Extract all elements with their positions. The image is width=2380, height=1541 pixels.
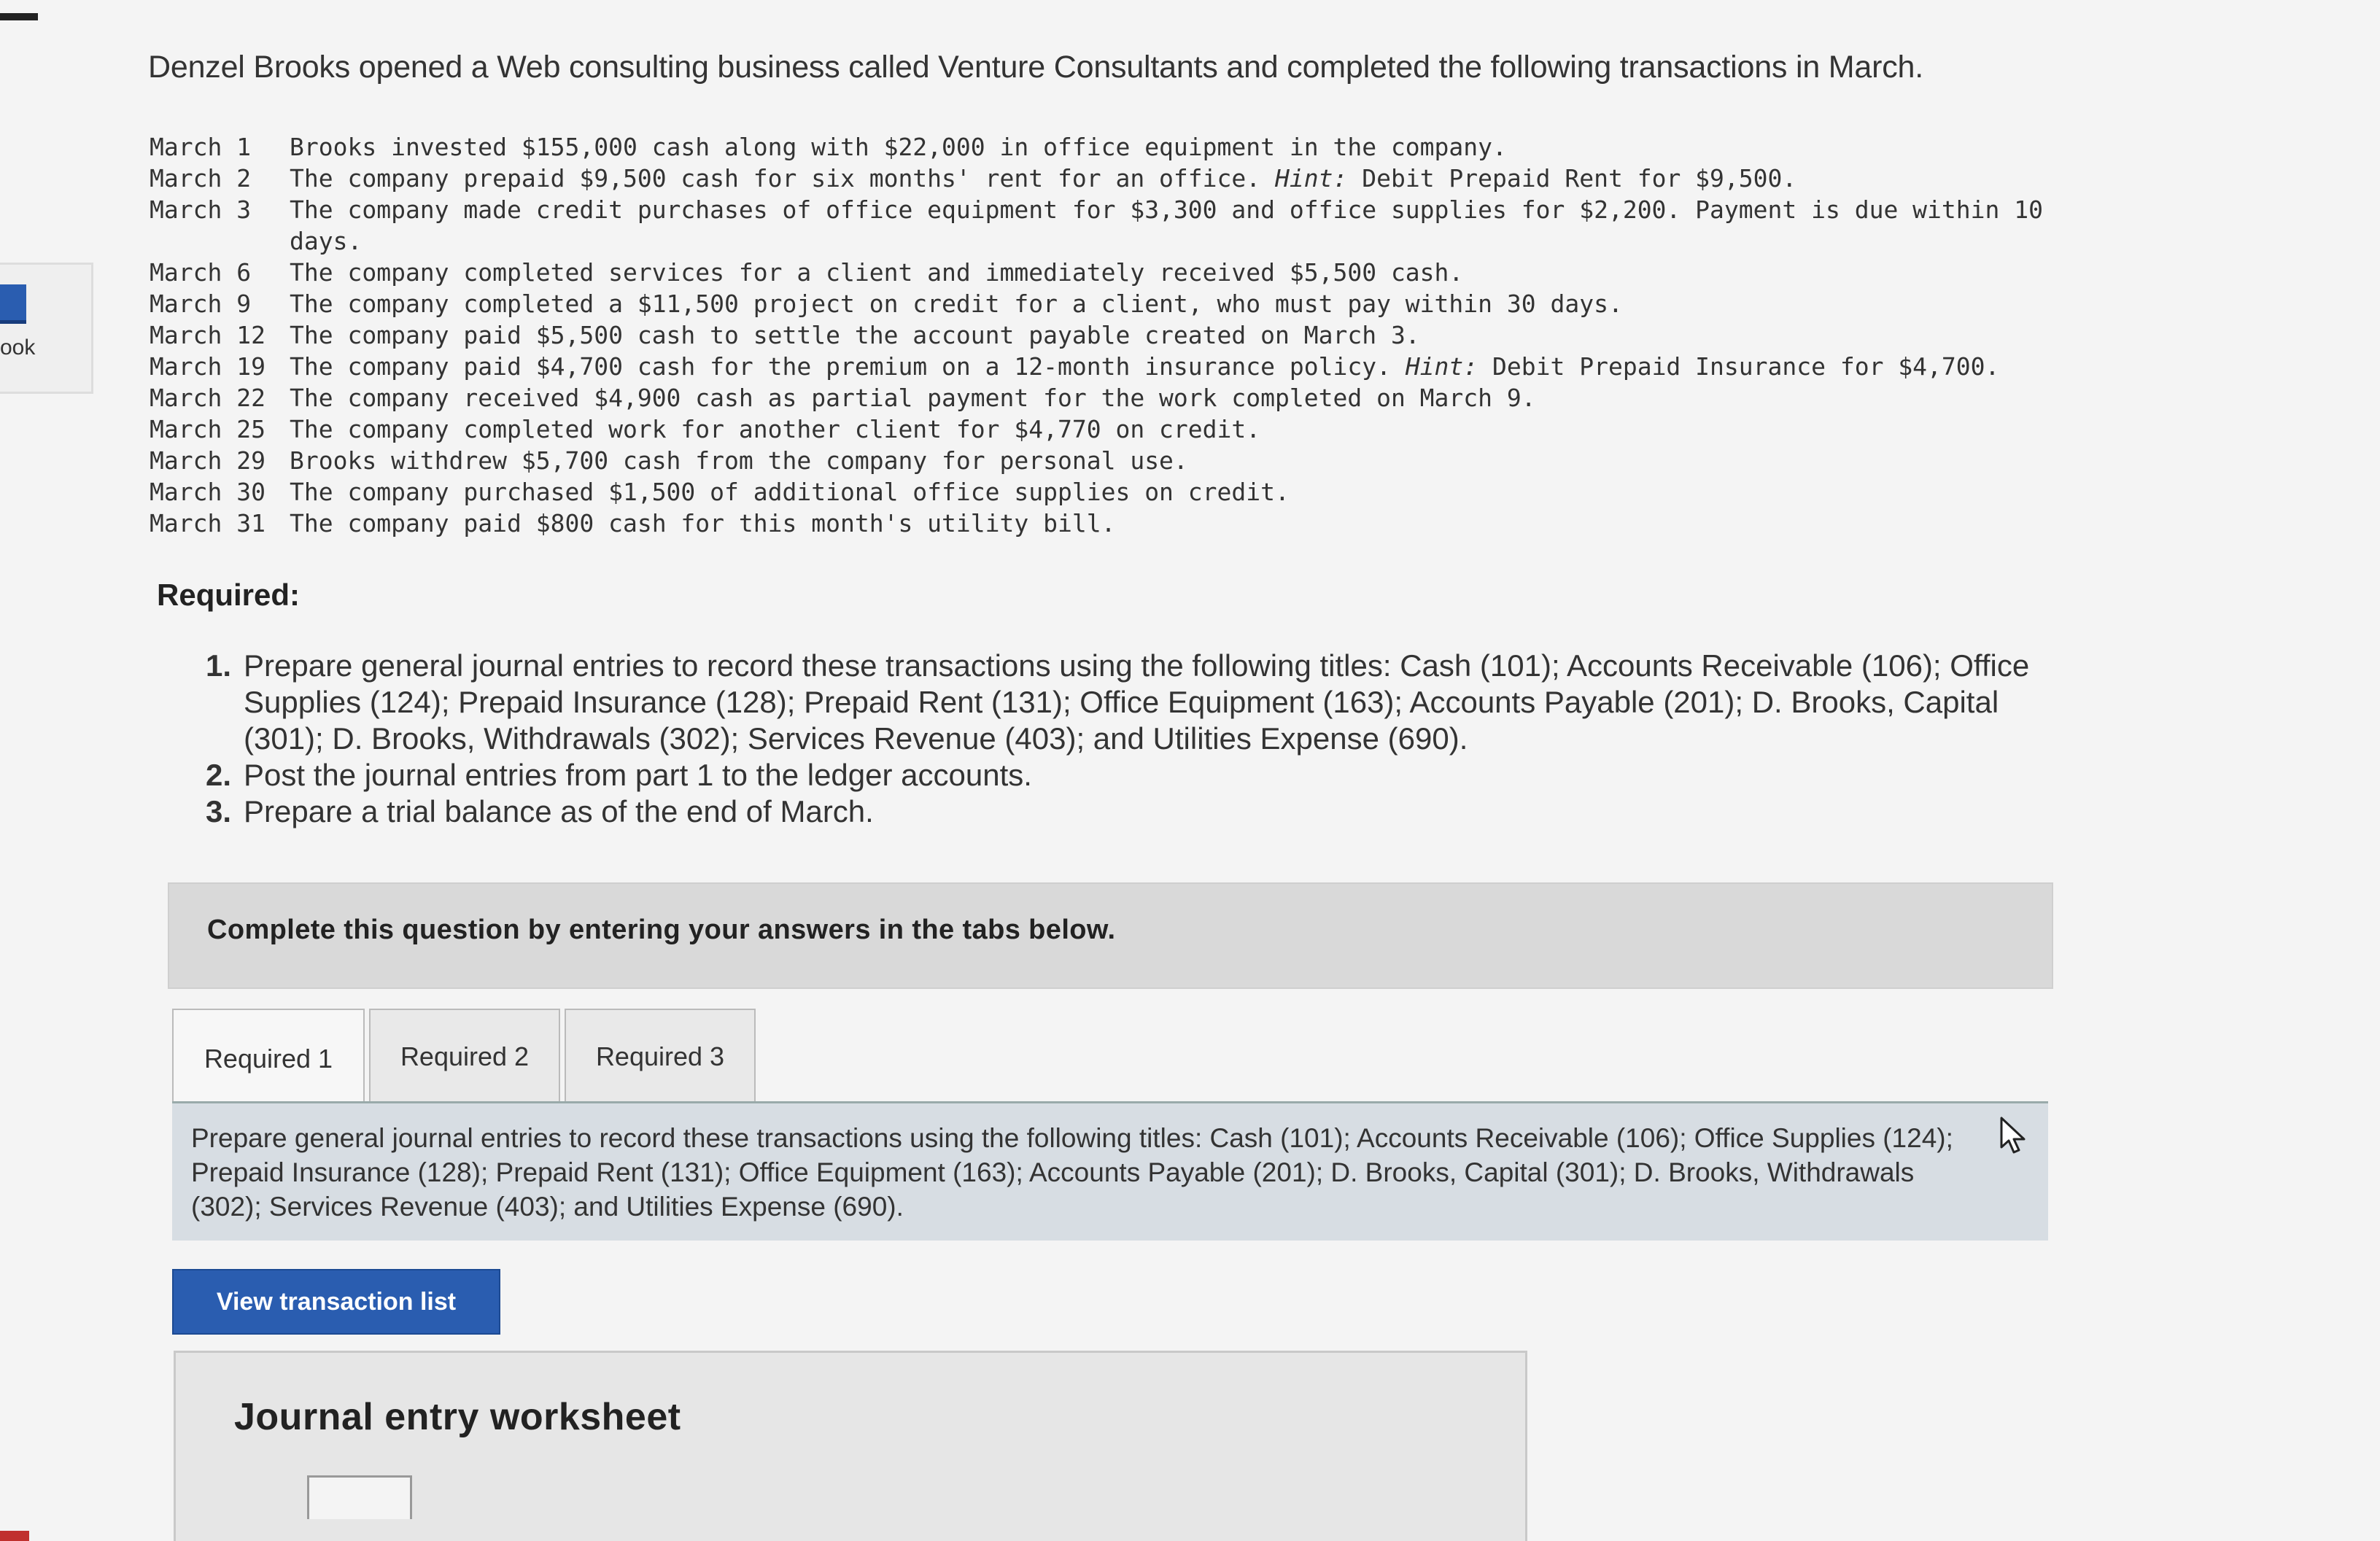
transaction-text: The company made credit purchases of off… xyxy=(290,195,2043,224)
required-text: Prepare a trial balance as of the end of… xyxy=(244,794,874,828)
transaction-row: March 29 Brooks withdrew $5,700 cash fro… xyxy=(150,445,2043,476)
transaction-date: March 9 xyxy=(150,290,252,318)
transaction-row: March 3 The company made credit purchase… xyxy=(150,194,2043,225)
transaction-date: March 30 xyxy=(150,478,265,506)
transaction-text: The company paid $800 cash for this mont… xyxy=(290,509,1116,537)
transaction-list: March 1 Brooks invested $155,000 cash al… xyxy=(150,131,2043,539)
required-item: 2. Post the journal entries from part 1 … xyxy=(206,757,2067,793)
instruction-banner-text: Complete this question by entering your … xyxy=(207,915,1116,945)
hint-text: Debit Prepaid Rent for $9,500. xyxy=(1347,164,1797,193)
transaction-date: March 2 xyxy=(150,164,252,193)
required-item: 3. Prepare a trial balance as of the end… xyxy=(206,793,2067,830)
sidebar-book-panel[interactable] xyxy=(0,263,93,394)
required-text: Prepare general journal entries to recor… xyxy=(244,648,2030,756)
transaction-row: March 19 The company paid $4,700 cash fo… xyxy=(150,351,2043,382)
journal-entry-worksheet: Journal entry worksheet xyxy=(174,1351,1527,1541)
transaction-text: The company paid $4,700 cash for the pre… xyxy=(290,351,1999,382)
transaction-date: March 22 xyxy=(150,384,265,412)
transaction-date: March 12 xyxy=(150,321,265,349)
transaction-text: Brooks withdrew $5,700 cash from the com… xyxy=(290,446,1188,475)
transaction-row: March 30 The company purchased $1,500 of… xyxy=(150,476,2043,508)
tab-instruction-panel: Prepare general journal entries to recor… xyxy=(172,1103,2048,1241)
transaction-date: March 29 xyxy=(150,446,265,475)
view-transaction-list-button[interactable]: View transaction list xyxy=(172,1269,500,1335)
tab-required-1[interactable]: Required 1 xyxy=(172,1009,365,1108)
transaction-date: March 3 xyxy=(150,195,252,224)
tab-required-3[interactable]: Required 3 xyxy=(565,1009,756,1103)
worksheet-page-selector[interactable] xyxy=(307,1475,412,1519)
required-number: 3. xyxy=(206,794,232,828)
answer-tabs: Required 1 Required 2 Required 3 xyxy=(172,1009,760,1108)
transaction-date: March 25 xyxy=(150,415,265,443)
transaction-row: March 1 Brooks invested $155,000 cash al… xyxy=(150,131,2043,163)
required-text: Post the journal entries from part 1 to … xyxy=(244,758,1032,792)
transaction-text: The company completed a $11,500 project … xyxy=(290,290,1623,318)
transaction-text-main: The company prepaid $9,500 cash for six … xyxy=(290,164,1276,193)
book-icon[interactable] xyxy=(0,284,26,324)
transaction-date: March 19 xyxy=(150,352,265,381)
transaction-text: The company completed work for another c… xyxy=(290,415,1261,443)
tab-required-2[interactable]: Required 2 xyxy=(369,1009,560,1103)
transaction-date: March 6 xyxy=(150,258,252,287)
sidebar-dash xyxy=(0,13,38,20)
transaction-text: The company paid $5,500 cash to settle t… xyxy=(290,321,1420,349)
hint-text: Debit Prepaid Insurance for $4,700. xyxy=(1478,352,2000,381)
required-number: 1. xyxy=(206,648,232,683)
transaction-text-main: The company paid $4,700 cash for the pre… xyxy=(290,352,1406,381)
transaction-row: March 2 The company prepaid $9,500 cash … xyxy=(150,163,2043,194)
required-list: 1. Prepare general journal entries to re… xyxy=(206,648,2067,830)
transaction-date: March 31 xyxy=(150,509,265,537)
transaction-row: March 9 The company completed a $11,500 … xyxy=(150,288,2043,319)
instruction-banner: Complete this question by entering your … xyxy=(168,882,2053,989)
mouse-pointer-icon xyxy=(2000,1117,2026,1154)
required-number: 2. xyxy=(206,758,232,792)
transaction-text: The company completed services for a cli… xyxy=(290,258,1464,287)
status-strip xyxy=(0,1531,29,1541)
hint-label: Hint: xyxy=(1275,164,1348,193)
tab-instruction-text: Prepare general journal entries to recor… xyxy=(191,1123,1953,1222)
transaction-row: March 22 The company received $4,900 cas… xyxy=(150,382,2043,414)
transaction-row: March 25 The company completed work for … xyxy=(150,414,2043,445)
transaction-date: March 1 xyxy=(150,133,252,161)
sidebar-book-label[interactable]: ook xyxy=(0,335,35,360)
problem-intro: Denzel Brooks opened a Web consulting bu… xyxy=(148,50,1924,85)
worksheet-title: Journal entry worksheet xyxy=(234,1396,681,1438)
required-item: 1. Prepare general journal entries to re… xyxy=(206,648,2067,757)
transaction-text: The company purchased $1,500 of addition… xyxy=(290,478,1290,506)
transaction-text: The company received $4,900 cash as part… xyxy=(290,384,1536,412)
transaction-row: March 12 The company paid $5,500 cash to… xyxy=(150,319,2043,351)
transaction-text: The company prepaid $9,500 cash for six … xyxy=(290,163,1796,194)
required-heading: Required: xyxy=(157,578,301,612)
transaction-row: March 6 The company completed services f… xyxy=(150,257,2043,288)
hint-label: Hint: xyxy=(1405,352,1478,381)
transaction-text: Brooks invested $155,000 cash along with… xyxy=(290,133,1507,161)
transaction-continuation: days. xyxy=(150,225,2043,257)
transaction-row: March 31 The company paid $800 cash for … xyxy=(150,508,2043,539)
transaction-text: days. xyxy=(290,227,363,255)
